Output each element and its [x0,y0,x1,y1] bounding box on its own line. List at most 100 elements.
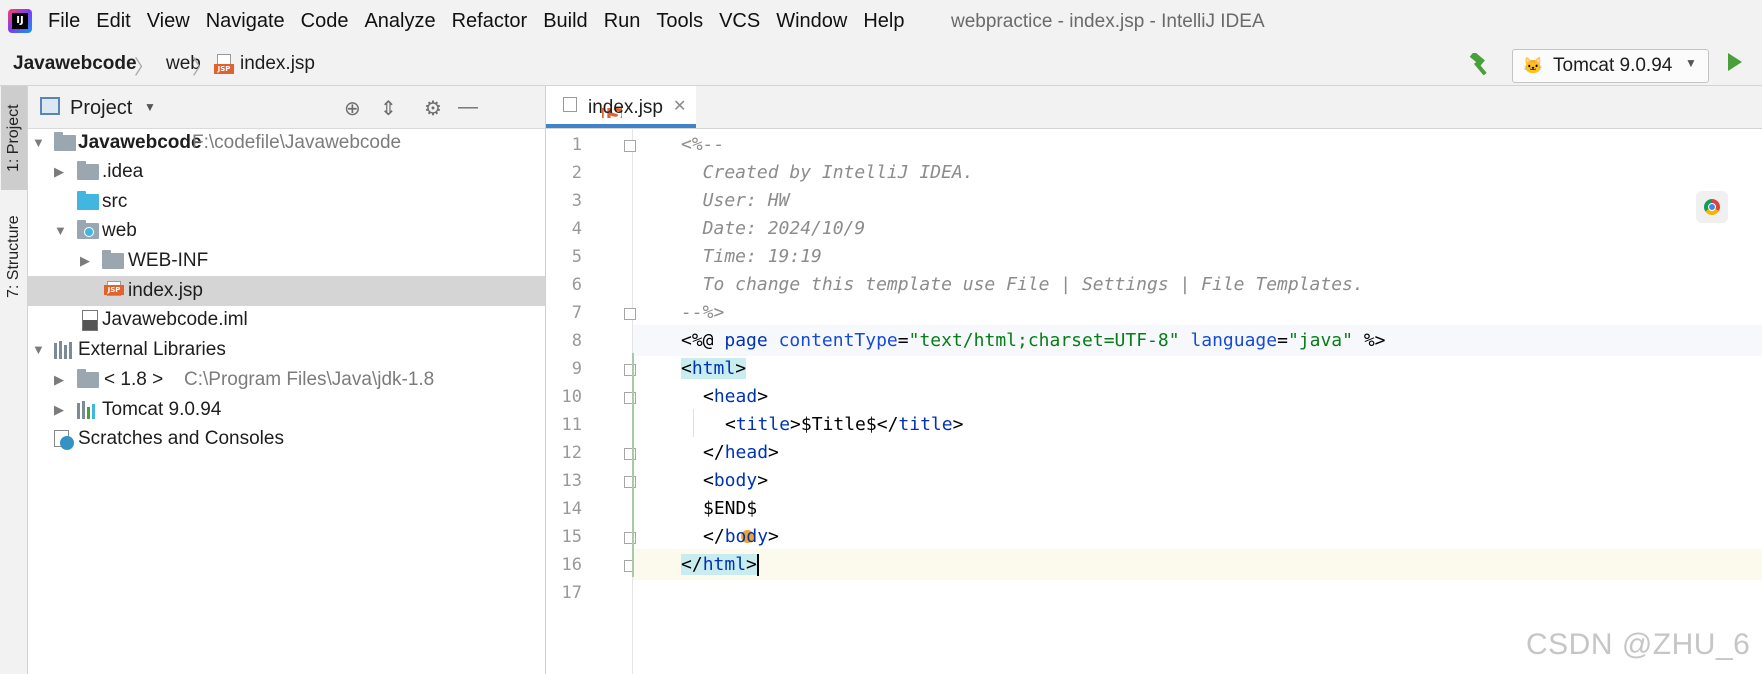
collapsed-arrow-icon[interactable]: ▶ [54,372,64,388]
line-number: 1 [571,135,582,155]
chevron-down-icon[interactable]: ▼ [144,100,156,114]
module-folder-icon [54,132,76,151]
code-line-16: </html> [633,549,1762,580]
line-number: 13 [561,471,582,491]
menu-build[interactable]: Build [543,10,587,33]
breadcrumb-project[interactable]: Javawebcode [13,53,137,75]
scratches-icon [54,430,74,450]
tree-item-path: F:\codefile\Javawebcode [192,132,402,153]
collapsed-arrow-icon[interactable]: ▶ [54,164,64,180]
title-content: >$Title$</ [790,414,899,435]
collapsed-arrow-icon[interactable]: ▶ [54,402,64,418]
menu-tools[interactable]: Tools [656,10,703,33]
tomcat-icon: 🐱 [1523,58,1543,75]
expanded-arrow-icon[interactable]: ▼ [32,342,45,357]
equals-sign: = [1277,330,1288,351]
code-line-2: Created by IntelliJ IDEA. [681,162,974,183]
attr-value: "java" [1287,330,1353,351]
intellij-idea-icon[interactable]: IJ [8,9,32,33]
menu-edit[interactable]: Edit [96,10,130,33]
tree-item-src[interactable]: src [28,187,545,217]
web-folder-icon [77,220,99,239]
menu-analyze[interactable]: Analyze [364,10,435,33]
tree-item-web-inf[interactable]: ▶ WEB-INF [28,246,545,276]
code-line-8: <%@ page contentType="text/html;charset=… [633,325,1762,356]
tree-item-tomcat-lib[interactable]: ▶ Tomcat 9.0.94 [28,395,545,425]
expanded-arrow-icon[interactable]: ▼ [32,135,45,150]
tree-item-label: index.jsp [128,280,203,301]
code-editor[interactable]: <%-- Created by IntelliJ IDEA. User: HW … [632,129,1762,674]
tag-name-title: title [735,414,791,435]
line-number: 8 [571,331,582,351]
tag-bracket: </ [703,526,725,547]
menu-refactor[interactable]: Refactor [452,10,528,33]
tree-item-path: C:\Program Files\Java\jdk-1.8 [184,369,435,390]
line-number: 2 [571,163,582,183]
tag-bracket: < [681,358,692,379]
jsp-file-icon: JSP [560,97,637,123]
tag-name-body: body [724,526,769,547]
run-configuration-dropdown[interactable]: 🐱 Tomcat 9.0.94 ▼ [1512,49,1709,83]
menu-vcs[interactable]: VCS [719,10,760,33]
menu-help[interactable]: Help [863,10,904,33]
jsp-directive-close: %> [1352,330,1386,351]
library-icon [77,401,99,419]
template-variable: $END$ [703,498,758,519]
menu-file[interactable]: File [48,10,80,33]
expanded-arrow-icon[interactable]: ▼ [54,223,67,238]
code-line-15: </body> [633,521,1762,552]
folder-icon [77,161,99,180]
code-line-14: $END$ [633,493,1762,524]
attr-content-type: contentType [778,330,898,351]
code-line-11: <title>$Title$</title> [633,409,1762,440]
line-number: 17 [561,583,582,603]
run-play-icon[interactable] [1728,53,1742,71]
code-line-7: --%> [681,302,725,323]
menu-view[interactable]: View [147,10,190,33]
tool-tab-project[interactable]: 1: Project [1,86,27,190]
minimize-icon[interactable]: — [458,96,478,119]
close-icon[interactable]: ✕ [673,96,686,116]
line-number: 4 [571,219,582,239]
tree-item-project-root[interactable]: ▼ Javawebcode F:\codefile\Javawebcode [28,128,545,158]
tag-bracket: < [725,414,736,435]
tag-bracket: > [757,470,769,491]
tree-item-external-libraries[interactable]: ▼ External Libraries [28,335,545,365]
tag-name-html: html [691,358,736,379]
tag-bracket: > [757,386,769,407]
tree-item-web[interactable]: ▼ web [28,216,545,246]
collapse-all-icon[interactable]: ⇕ [380,96,397,121]
tree-item-label: web [102,220,137,241]
tree-item-scratches[interactable]: Scratches and Consoles [28,424,545,454]
menu-run[interactable]: Run [604,10,641,33]
chrome-browser-icon[interactable] [1696,191,1728,223]
menu-navigate[interactable]: Navigate [206,10,285,33]
menu-code[interactable]: Code [301,10,349,33]
active-tab-underline [546,124,696,128]
line-number: 10 [561,387,582,407]
editor-tab-index-jsp[interactable]: JSP index.jsp ✕ [546,86,696,128]
tree-item-jdk[interactable]: ▶ < 1.8 > C:\Program Files\Java\jdk-1.8 [28,365,545,395]
editor-tab-bar: JSP index.jsp ✕ [546,86,1762,129]
jsp-directive-open: <%@ [681,330,725,351]
tool-tab-structure[interactable]: 7: Structure [1,201,27,313]
tree-item-index-jsp[interactable]: JSP index.jsp [28,276,545,306]
tree-item-idea[interactable]: ▶ .idea [28,157,545,187]
line-number: 11 [561,415,582,435]
hammer-build-icon[interactable] [1468,53,1492,75]
line-number: 16 [561,555,582,575]
code-line-1: <%-- [681,134,725,155]
locate-crosshair-icon[interactable]: ⊕ [344,96,361,121]
line-number: 6 [571,275,582,295]
project-panel-title[interactable]: Project [70,97,132,120]
tree-item-iml[interactable]: Javawebcode.iml [28,305,545,335]
breadcrumb-file[interactable]: index.jsp [240,53,315,75]
tag-bracket: > [768,526,779,547]
gear-icon[interactable]: ⚙ [424,96,442,121]
tag-bracket: < [703,470,714,491]
run-configuration-label: Tomcat 9.0.94 [1553,55,1673,76]
menu-window[interactable]: Window [776,10,847,33]
collapsed-arrow-icon[interactable]: ▶ [80,253,90,269]
tree-item-label: src [102,191,128,212]
tag-name-head: head [724,442,769,463]
